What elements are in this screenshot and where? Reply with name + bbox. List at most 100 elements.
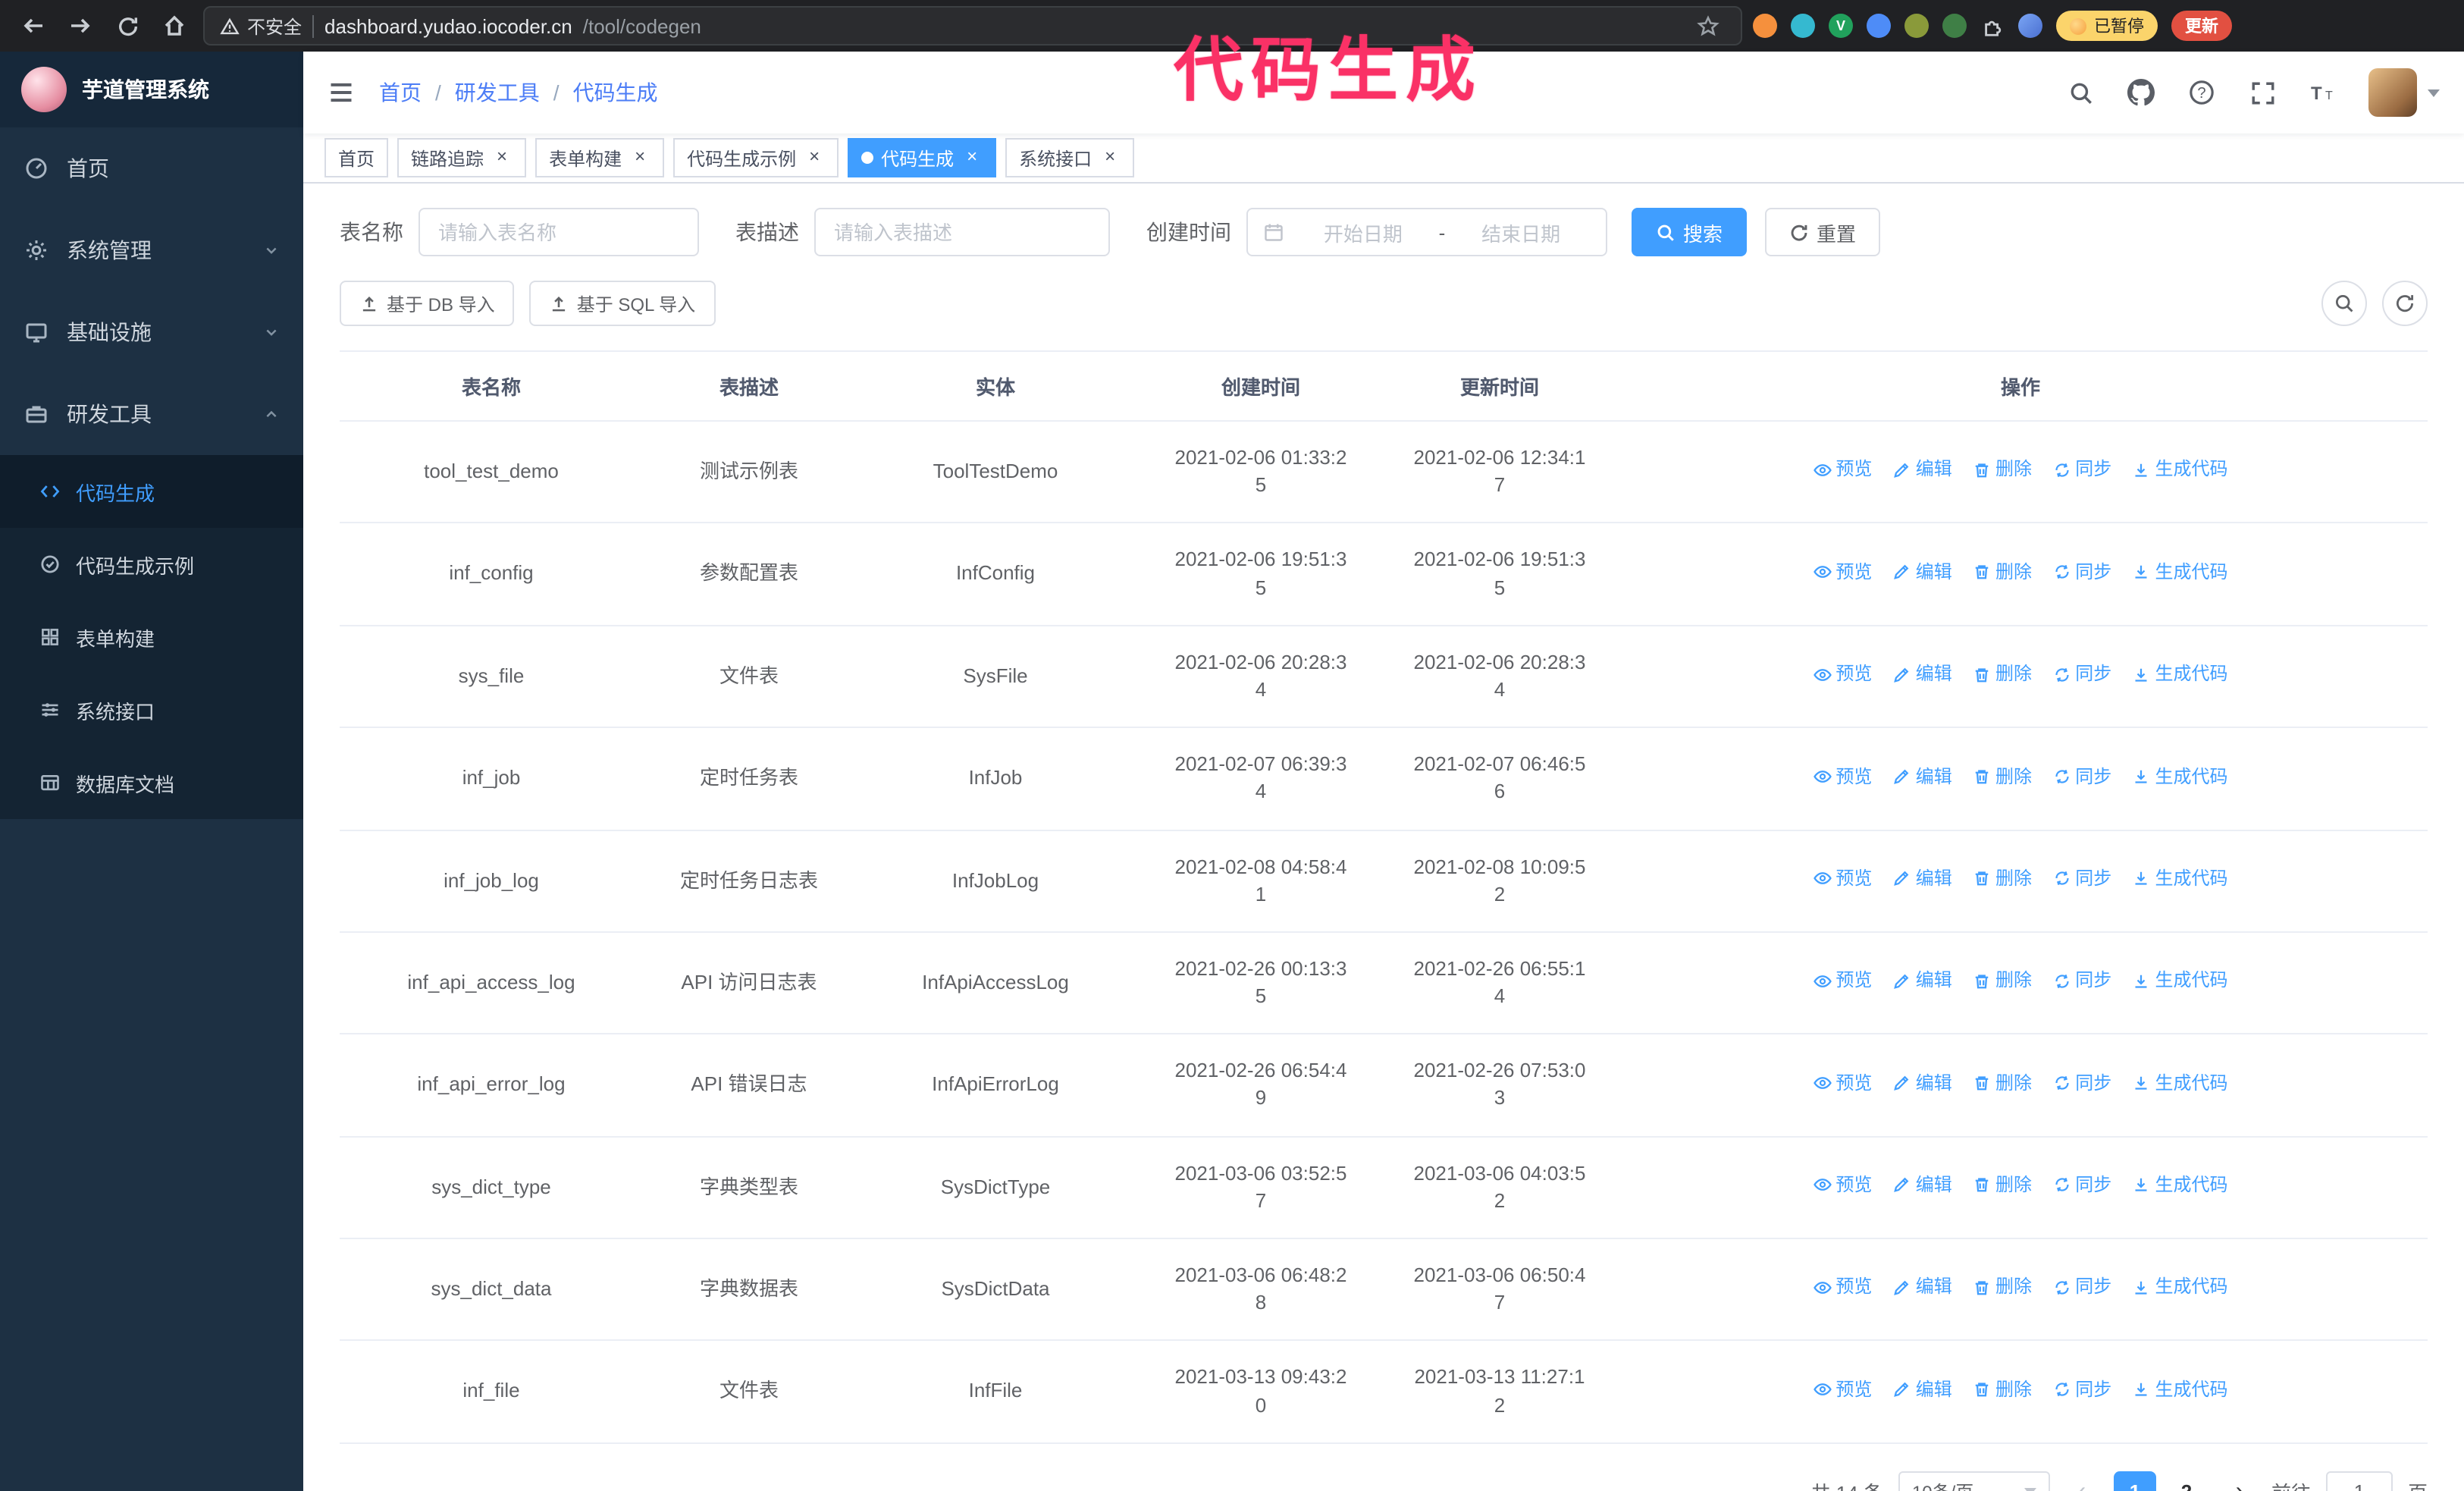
sync-link[interactable]: 同步: [2052, 1275, 2111, 1301]
sidebar-item-system-management[interactable]: 系统管理: [0, 209, 303, 291]
delete-link[interactable]: 删除: [1973, 1172, 2032, 1198]
date-range-picker[interactable]: 开始日期 - 结束日期: [1246, 208, 1607, 256]
app-logo[interactable]: 芋道管理系统: [0, 52, 303, 127]
page-number-button[interactable]: 2: [2165, 1471, 2208, 1491]
search-icon[interactable]: [2065, 77, 2096, 108]
reset-button[interactable]: 重置: [1765, 208, 1881, 256]
refresh-table-button[interactable]: [2382, 281, 2428, 326]
docs-question-icon[interactable]: ?: [2187, 77, 2217, 108]
hamburger-icon[interactable]: [303, 79, 379, 106]
edit-link[interactable]: 编辑: [1893, 1172, 1952, 1198]
delete-link[interactable]: 删除: [1973, 866, 2032, 892]
extension-icon[interactable]: [1904, 14, 1929, 38]
extension-icon[interactable]: [1753, 14, 1777, 38]
import-sql-button[interactable]: 基于 SQL 导入: [529, 281, 716, 326]
sidebar-item-infrastructure[interactable]: 基础设施: [0, 291, 303, 373]
tag-view-tab[interactable]: 代码生成示例 ×: [673, 138, 839, 177]
sync-link[interactable]: 同步: [2052, 457, 2111, 483]
sync-link[interactable]: 同步: [2052, 560, 2111, 585]
next-page-button[interactable]: ›: [2223, 1471, 2256, 1491]
sync-link[interactable]: 同步: [2052, 764, 2111, 789]
goto-page-input[interactable]: [2325, 1471, 2393, 1491]
delete-link[interactable]: 删除: [1973, 661, 2032, 687]
edit-link[interactable]: 编辑: [1893, 764, 1952, 789]
edit-link[interactable]: 编辑: [1893, 1275, 1952, 1301]
back-icon[interactable]: [15, 8, 52, 44]
preview-link[interactable]: 预览: [1813, 764, 1872, 789]
sync-link[interactable]: 同步: [2052, 1172, 2111, 1198]
delete-link[interactable]: 删除: [1973, 1070, 2032, 1096]
edit-link[interactable]: 编辑: [1893, 968, 1952, 994]
sync-link[interactable]: 同步: [2052, 866, 2111, 892]
table-desc-input[interactable]: [814, 208, 1110, 256]
prev-page-button[interactable]: ‹: [2065, 1471, 2099, 1491]
preview-link[interactable]: 预览: [1813, 1070, 1872, 1096]
sync-link[interactable]: 同步: [2052, 968, 2111, 994]
generate-code-link[interactable]: 生成代码: [2133, 968, 2228, 994]
generate-code-link[interactable]: 生成代码: [2133, 1377, 2228, 1403]
extension-icon[interactable]: [1867, 14, 1891, 38]
extension-icon[interactable]: [1942, 14, 1967, 38]
generate-code-link[interactable]: 生成代码: [2133, 560, 2228, 585]
sidebar-item-system-api[interactable]: 系统接口: [0, 673, 303, 746]
delete-link[interactable]: 删除: [1973, 1377, 2032, 1403]
extension-icon[interactable]: [1791, 14, 1815, 38]
tag-view-tab[interactable]: 表单构建 ×: [535, 138, 665, 177]
generate-code-link[interactable]: 生成代码: [2133, 1172, 2228, 1198]
extensions-puzzle-icon[interactable]: [1980, 14, 2005, 38]
edit-link[interactable]: 编辑: [1893, 1377, 1952, 1403]
sidebar-item-home[interactable]: 首页: [0, 127, 303, 209]
reload-icon[interactable]: [109, 8, 146, 44]
page-size-select[interactable]: 10条/页: [1898, 1471, 2050, 1491]
sidebar-item-dev-tools[interactable]: 研发工具: [0, 373, 303, 455]
edit-link[interactable]: 编辑: [1893, 866, 1952, 892]
delete-link[interactable]: 删除: [1973, 457, 2032, 483]
fullscreen-icon[interactable]: [2247, 77, 2277, 108]
sidebar-item-form-builder[interactable]: 表单构建: [0, 601, 303, 673]
delete-link[interactable]: 删除: [1973, 968, 2032, 994]
generate-code-link[interactable]: 生成代码: [2133, 1275, 2228, 1301]
close-icon[interactable]: ×: [491, 146, 513, 168]
breadcrumb-dev-tools[interactable]: 研发工具: [455, 77, 540, 108]
generate-code-link[interactable]: 生成代码: [2133, 457, 2228, 483]
edit-link[interactable]: 编辑: [1893, 661, 1952, 687]
update-button[interactable]: 更新: [2171, 11, 2232, 41]
tag-view-tab[interactable]: 系统接口 ×: [1005, 138, 1135, 177]
extension-icon[interactable]: V: [1829, 14, 1853, 38]
sync-link[interactable]: 同步: [2052, 661, 2111, 687]
delete-link[interactable]: 删除: [1973, 1275, 2032, 1301]
page-number-button[interactable]: 1: [2113, 1471, 2156, 1491]
sidebar-item-db-docs[interactable]: 数据库文档: [0, 746, 303, 819]
import-db-button[interactable]: 基于 DB 导入: [340, 281, 515, 326]
github-icon[interactable]: [2126, 77, 2156, 108]
forward-icon[interactable]: [62, 8, 99, 44]
close-icon[interactable]: ×: [804, 146, 825, 168]
address-bar[interactable]: 不安全 dashboard.yudao.iocoder.cn/tool/code…: [203, 6, 1742, 46]
preview-link[interactable]: 预览: [1813, 457, 1872, 483]
tag-view-tab[interactable]: 链路追踪 ×: [397, 138, 527, 177]
generate-code-link[interactable]: 生成代码: [2133, 866, 2228, 892]
sidebar-item-codegen-example[interactable]: 代码生成示例: [0, 528, 303, 601]
preview-link[interactable]: 预览: [1813, 1172, 1872, 1198]
preview-link[interactable]: 预览: [1813, 968, 1872, 994]
security-chip[interactable]: 不安全: [220, 13, 302, 39]
search-button[interactable]: 搜索: [1632, 208, 1748, 256]
sync-link[interactable]: 同步: [2052, 1070, 2111, 1096]
home-icon[interactable]: [156, 8, 193, 44]
tag-view-tab[interactable]: 代码生成 ×: [848, 138, 997, 177]
close-icon[interactable]: ×: [629, 146, 650, 168]
edit-link[interactable]: 编辑: [1893, 1070, 1952, 1096]
preview-link[interactable]: 预览: [1813, 560, 1872, 585]
user-menu[interactable]: [2368, 68, 2440, 117]
breadcrumb-home[interactable]: 首页: [379, 77, 422, 108]
font-size-icon[interactable]: TT: [2308, 77, 2338, 108]
delete-link[interactable]: 删除: [1973, 560, 2032, 585]
close-icon[interactable]: ×: [961, 146, 983, 168]
preview-link[interactable]: 预览: [1813, 1377, 1872, 1403]
bookmark-star-icon[interactable]: [1689, 8, 1726, 44]
generate-code-link[interactable]: 生成代码: [2133, 764, 2228, 789]
edit-link[interactable]: 编辑: [1893, 560, 1952, 585]
edit-link[interactable]: 编辑: [1893, 457, 1952, 483]
preview-link[interactable]: 预览: [1813, 866, 1872, 892]
table-name-input[interactable]: [419, 208, 699, 256]
